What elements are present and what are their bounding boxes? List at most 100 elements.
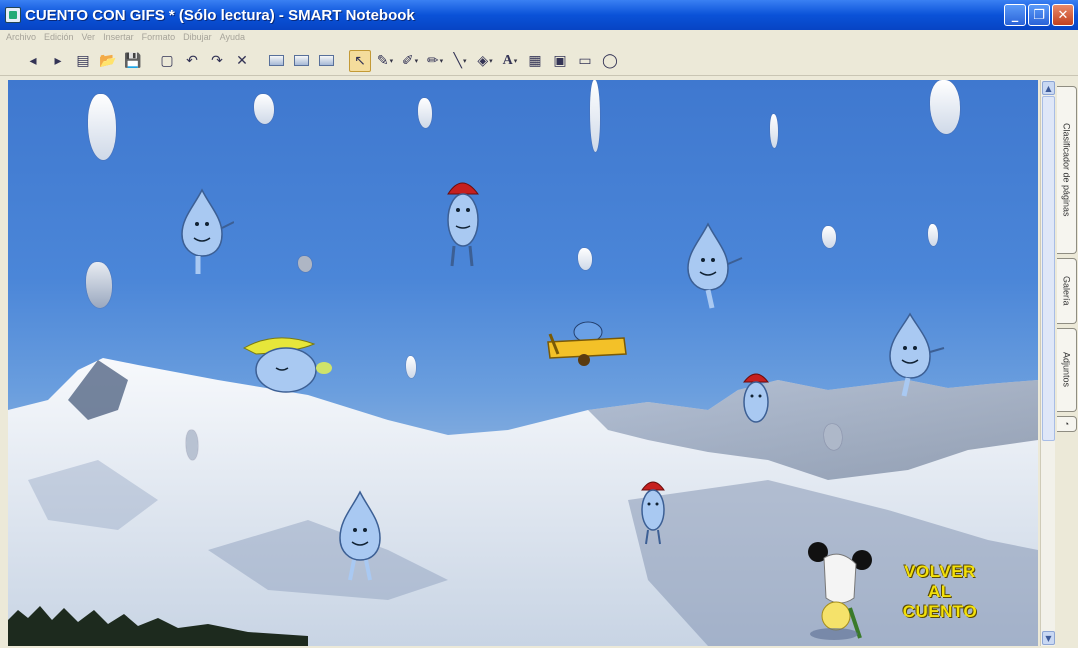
undo-button[interactable]: ↶ — [181, 50, 203, 72]
highlighter-icon: ✏ — [426, 52, 439, 69]
restore-button[interactable]: ❐ — [1028, 4, 1050, 26]
next-page-button[interactable]: ▸ — [47, 50, 69, 72]
water-drop-character-sleeping[interactable] — [236, 330, 334, 396]
capture-icon: ▭ — [578, 52, 592, 69]
menu-edicion[interactable]: Edición — [44, 32, 74, 42]
water-drop-character[interactable] — [324, 490, 394, 582]
menu-formato[interactable]: Formato — [142, 32, 176, 42]
pen-tool-button[interactable]: ✎ ▾ — [374, 50, 396, 72]
snowflake-image[interactable] — [406, 356, 416, 378]
save-button[interactable]: 💾 — [122, 50, 144, 72]
tab-gallery-label: Galería — [1061, 276, 1072, 306]
highlighter-button[interactable]: ✏ ▾ — [424, 50, 446, 72]
menu-dibujar[interactable]: Dibujar — [183, 32, 212, 42]
scroll-down-button[interactable]: ▼ — [1042, 631, 1055, 645]
undo-icon: ↶ — [186, 52, 198, 69]
al-line: AL — [928, 582, 952, 601]
fill-icon: ◈ — [477, 52, 489, 69]
delete-button[interactable]: ✕ — [231, 50, 253, 72]
line-tool-button[interactable]: ╲ ▾ — [449, 50, 471, 72]
tab-attachments[interactable]: Adjuntos — [1057, 328, 1077, 412]
snowflake-image[interactable] — [770, 114, 778, 148]
volver-al-cuento-link[interactable]: VOLVER AL CUENTO — [876, 562, 1004, 622]
notebook-page-canvas[interactable]: VOLVER AL CUENTO — [8, 80, 1038, 646]
table-button[interactable] — [315, 50, 337, 72]
chevron-down-icon: ▾ — [414, 56, 419, 65]
chevron-down-icon: ▾ — [489, 56, 493, 65]
menu-ayuda[interactable]: Ayuda — [220, 32, 245, 42]
full-screen-icon — [293, 55, 309, 66]
snowflake-image[interactable] — [824, 424, 842, 450]
smart-notebook-window: CUENTO CON GIFS * (Sólo lectura) - SMART… — [0, 0, 1078, 648]
previous-page-icon: ◂ — [29, 52, 37, 69]
water-drop-character[interactable] — [672, 222, 744, 310]
snowflake-image[interactable] — [590, 80, 600, 152]
fill-tool-button[interactable]: ◈ ▾ — [474, 50, 496, 72]
snowflake-image[interactable] — [578, 248, 592, 270]
paste-icon: ▢ — [160, 52, 174, 69]
toolbar-separator — [256, 50, 262, 72]
menu-insertar[interactable]: Insertar — [103, 32, 134, 42]
chevron-down-icon: ▾ — [439, 56, 444, 65]
vertical-scrollbar[interactable]: ▲ ▼ — [1040, 80, 1055, 646]
table-icon — [318, 55, 334, 66]
move-toolbar-icon: ▣ — [553, 52, 567, 69]
menu-bar: Archivo Edición Ver Insertar Formato Dib… — [0, 30, 1078, 44]
redo-button[interactable]: ↷ — [206, 50, 228, 72]
paste-button[interactable]: ▢ — [156, 50, 178, 72]
screen-shade-icon — [268, 55, 284, 66]
snowflake-image[interactable] — [418, 98, 432, 128]
water-drop-character-red-hat[interactable] — [636, 476, 670, 546]
redo-icon: ↷ — [211, 52, 223, 69]
open-button[interactable]: 📂 — [97, 50, 119, 72]
previous-page-button[interactable]: ◂ — [22, 50, 44, 72]
water-drop-character[interactable] — [164, 188, 234, 276]
toolbar-separator — [147, 50, 153, 72]
app-icon[interactable] — [5, 7, 21, 23]
text-tool-button[interactable]: A ▾ — [499, 50, 521, 72]
scroll-up-button[interactable]: ▲ — [1042, 81, 1055, 95]
snowflake-image[interactable] — [822, 226, 836, 248]
move-toolbar-button[interactable]: ▣ — [549, 50, 571, 72]
menu-ver[interactable]: Ver — [82, 32, 96, 42]
title-bar[interactable]: CUENTO CON GIFS * (Sólo lectura) - SMART… — [0, 0, 1078, 30]
scroll-thumb[interactable] — [1042, 96, 1055, 441]
pen-icon: ✎ — [376, 52, 389, 69]
snowflake-image[interactable] — [928, 224, 938, 246]
text-icon: A — [502, 52, 513, 68]
creative-pen-icon: ✐ — [401, 52, 414, 69]
minimize-button[interactable]: _ — [1004, 4, 1026, 26]
properties-icon: ▦ — [528, 52, 542, 69]
water-drop-character[interactable] — [874, 312, 948, 398]
auto-hide-button[interactable]: ◔ — [1057, 416, 1077, 432]
screen-shade-button[interactable] — [265, 50, 287, 72]
snowflake-image[interactable] — [254, 94, 274, 124]
save-icon: 💾 — [124, 52, 142, 69]
close-icon: ✕ — [1057, 7, 1069, 23]
water-drop-character-red-hat[interactable] — [738, 368, 774, 428]
snowflake-image[interactable] — [88, 94, 116, 160]
menu-archivo[interactable]: Archivo — [6, 32, 36, 42]
chevron-up-icon: ▲ — [1045, 83, 1052, 93]
airplane-character[interactable] — [544, 314, 630, 370]
full-screen-button[interactable] — [290, 50, 312, 72]
close-button[interactable]: ✕ — [1052, 4, 1074, 26]
snowflake-image[interactable] — [298, 256, 312, 272]
toolbar-separator — [340, 50, 346, 72]
select-tool-button[interactable]: ↖ — [349, 49, 371, 72]
tab-gallery[interactable]: Galería — [1057, 258, 1077, 324]
capture-button[interactable]: ▭ — [574, 50, 596, 72]
snowflake-image[interactable] — [186, 430, 198, 460]
snowflake-image[interactable] — [86, 262, 112, 308]
record-button[interactable]: ◯ — [599, 50, 621, 72]
creative-pen-button[interactable]: ✐ ▾ — [399, 50, 421, 72]
snowflake-image[interactable] — [930, 80, 960, 134]
tab-page-sorter[interactable]: Clasificador de páginas — [1057, 86, 1077, 254]
properties-button[interactable]: ▦ — [524, 50, 546, 72]
cuento-line: CUENTO — [902, 602, 978, 621]
add-page-button[interactable]: ▤ — [72, 50, 94, 72]
minimize-icon: _ — [1011, 7, 1019, 23]
main-toolbar: ◂ ▸ ▤ 📂 💾 ▢ ↶ ↷ ✕ ↖ ✎ ▾ ✐ ▾ ✏ ▾ ╲ ▾ ◈ ▾ A ▾ ▦ … — [0, 46, 1078, 76]
chevron-down-icon: ▾ — [389, 56, 394, 65]
water-drop-character-red-hat[interactable] — [436, 174, 488, 270]
